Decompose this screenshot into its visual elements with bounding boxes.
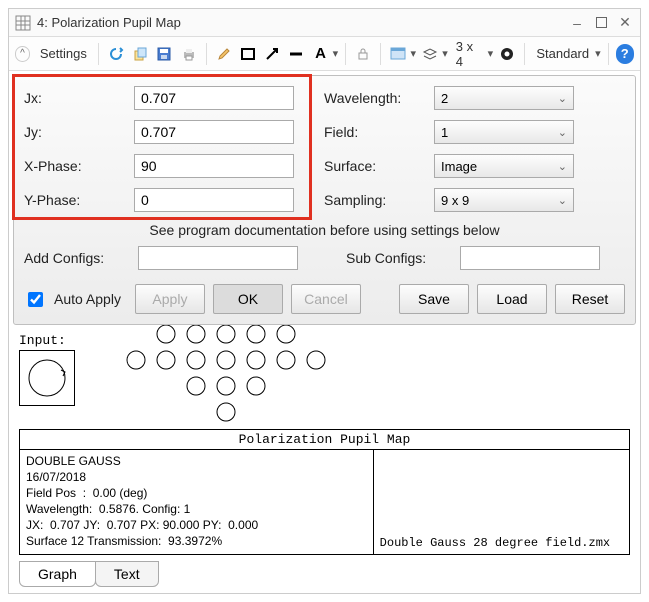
text-icon[interactable]: A	[310, 43, 330, 65]
reset-button[interactable]: Reset	[555, 284, 625, 314]
info-text: DOUBLE GAUSS 16/07/2018 Field Pos : 0.00…	[20, 450, 374, 554]
surface-label: Surface:	[324, 158, 434, 174]
line-icon[interactable]	[286, 43, 306, 65]
mode-dropdown[interactable]: ▾	[595, 47, 601, 60]
window-layout-dropdown[interactable]: ▾	[410, 47, 416, 60]
settings-panel: Jx: Jy: X-Phase: Y-Phase: Wavelength: 2⌄…	[13, 75, 636, 325]
bottom-tabs: Graph Text	[19, 561, 630, 587]
load-button[interactable]: Load	[477, 284, 547, 314]
info-box: DOUBLE GAUSS 16/07/2018 Field Pos : 0.00…	[19, 449, 630, 555]
field-label: Field:	[324, 124, 434, 140]
input-label: Input:	[19, 333, 75, 348]
window-title: 4: Polarization Pupil Map	[37, 15, 568, 30]
tab-graph[interactable]: Graph	[19, 561, 96, 587]
text-dropdown-icon[interactable]: ▾	[333, 47, 339, 60]
surface-select[interactable]: Image⌄	[434, 154, 574, 178]
chevron-down-icon: ⌄	[558, 92, 567, 105]
pencil-icon[interactable]	[214, 43, 234, 65]
jx-label: Jx:	[24, 90, 134, 106]
close-button[interactable]: ✕	[616, 14, 634, 32]
layers-dropdown[interactable]: ▾	[442, 47, 448, 60]
jy-input[interactable]	[134, 120, 294, 144]
field-select[interactable]: 1⌄	[434, 120, 574, 144]
wavelength-select[interactable]: 2⌄	[434, 86, 574, 110]
mode-label[interactable]: Standard	[532, 46, 593, 61]
input-polarization-box	[19, 350, 75, 406]
sub-configs-label: Sub Configs:	[346, 250, 456, 266]
grid-label[interactable]: 3 x 4	[452, 39, 486, 69]
auto-apply-checkbox[interactable]	[28, 292, 43, 307]
info-filename: Double Gauss 28 degree field.zmx	[374, 450, 629, 554]
refresh-icon[interactable]	[106, 43, 126, 65]
window-root: 4: Polarization Pupil Map – ✕ ^ Settings…	[8, 8, 641, 594]
window-layout-icon[interactable]	[388, 43, 408, 65]
sub-configs-input[interactable]	[460, 246, 600, 270]
chevron-down-icon: ⌄	[558, 194, 567, 207]
copy-icon[interactable]	[130, 43, 150, 65]
maximize-button[interactable]	[592, 14, 610, 32]
info-title: Polarization Pupil Map	[19, 429, 630, 449]
lock-icon[interactable]	[353, 43, 373, 65]
collapse-icon[interactable]: ^	[15, 46, 30, 62]
print-icon[interactable]	[178, 43, 198, 65]
apply-button[interactable]: Apply	[135, 284, 205, 314]
target-icon[interactable]	[497, 43, 517, 65]
xphase-label: X-Phase:	[24, 158, 134, 174]
add-configs-input[interactable]	[138, 246, 298, 270]
grid-dropdown[interactable]: ▾	[488, 47, 494, 60]
add-configs-label: Add Configs:	[24, 250, 134, 266]
sampling-select[interactable]: 9 x 9⌄	[434, 188, 574, 212]
auto-apply-label: Auto Apply	[54, 291, 121, 307]
jy-label: Jy:	[24, 124, 134, 140]
save-button[interactable]: Save	[399, 284, 469, 314]
wavelength-label: Wavelength:	[324, 90, 434, 106]
chevron-down-icon: ⌄	[558, 126, 567, 139]
tab-text[interactable]: Text	[95, 561, 159, 587]
settings-label[interactable]: Settings	[36, 46, 91, 61]
ok-button[interactable]: OK	[213, 284, 283, 314]
chevron-down-icon: ⌄	[558, 160, 567, 173]
rect-icon[interactable]	[238, 43, 258, 65]
canvas-area: Input:	[9, 329, 640, 423]
arrow-icon[interactable]	[262, 43, 282, 65]
xphase-input[interactable]	[134, 154, 294, 178]
help-icon[interactable]: ?	[616, 44, 634, 64]
yphase-label: Y-Phase:	[24, 192, 134, 208]
doc-note: See program documentation before using s…	[24, 222, 625, 238]
layers-icon[interactable]	[420, 43, 440, 65]
toolbar: ^ Settings A ▾ ▾ ▾ 3 x 4 ▾ Standard ▾ ?	[9, 37, 640, 71]
sampling-label: Sampling:	[324, 192, 434, 208]
pupil-circle-grid	[125, 323, 327, 423]
save-icon[interactable]	[154, 43, 174, 65]
yphase-input[interactable]	[134, 188, 294, 212]
cancel-button[interactable]: Cancel	[291, 284, 361, 314]
minimize-button[interactable]: –	[568, 14, 586, 32]
app-icon	[15, 15, 31, 31]
jx-input[interactable]	[134, 86, 294, 110]
titlebar: 4: Polarization Pupil Map – ✕	[9, 9, 640, 37]
